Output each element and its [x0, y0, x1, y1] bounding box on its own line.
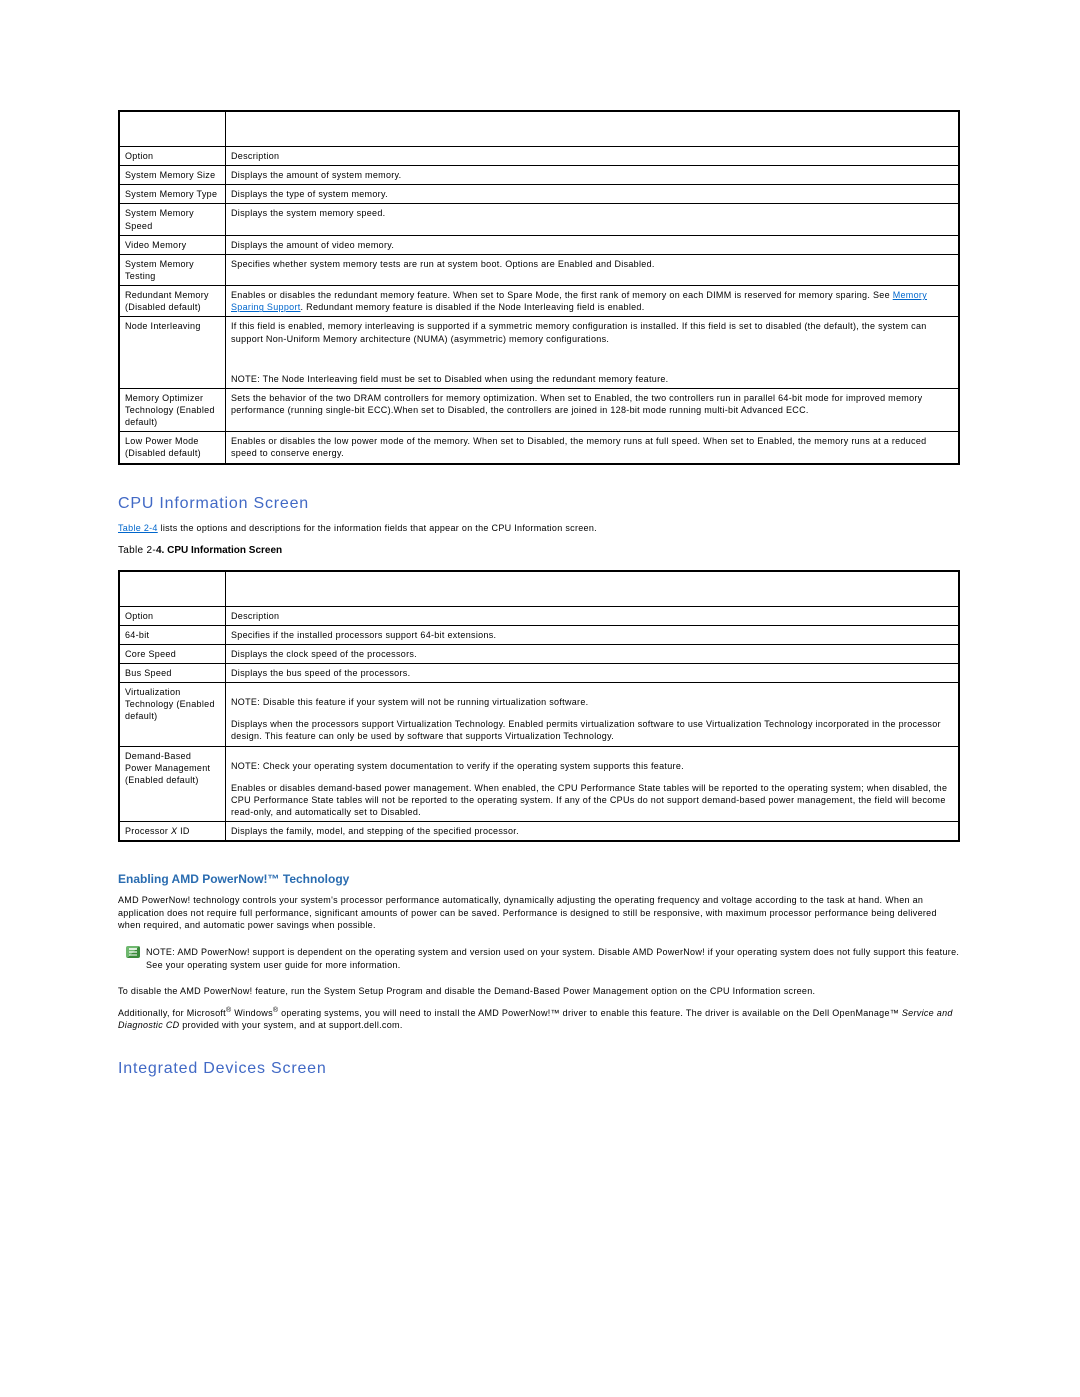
amd-note-block: NOTE: AMD PowerNow! support is dependent… [118, 946, 960, 971]
table-2-4-caption: Table 2-4. CPU Information Screen [118, 545, 960, 556]
amd-paragraph-2: To disable the AMD PowerNow! feature, ru… [118, 985, 960, 998]
amd-paragraph-3: Additionally, for Microsoft® Windows® op… [118, 1006, 960, 1032]
table-row: 64-bit Specifies if the installed proces… [119, 625, 959, 644]
table-row: Demand-Based Power Management (Enabled d… [119, 746, 959, 822]
cpu-info-table: Option Description 64-bit Specifies if t… [118, 570, 960, 843]
table-row: Core Speed Displays the clock speed of t… [119, 644, 959, 663]
table-2-4-link[interactable]: Table 2-4 [118, 523, 158, 533]
amd-paragraph-1: AMD PowerNow! technology controls your s… [118, 894, 960, 932]
table-row: Redundant Memory (Disabled default) Enab… [119, 286, 959, 317]
table-row: Virtualization Technology (Enabled defau… [119, 683, 959, 746]
table-row: System Memory Speed Displays the system … [119, 204, 959, 235]
table-row: Node Interleaving If this field is enabl… [119, 317, 959, 388]
table-row: Processor X ID Displays the family, mode… [119, 822, 959, 842]
table-header-option: Option [119, 147, 226, 166]
table-header-description: Description [226, 147, 960, 166]
table-row: System Memory Testing Specifies whether … [119, 254, 959, 285]
table-row: Video Memory Displays the amount of vide… [119, 235, 959, 254]
table-row: System Memory Type Displays the type of … [119, 185, 959, 204]
table-row: Bus Speed Displays the bus speed of the … [119, 663, 959, 682]
table-row: Memory Optimizer Technology (Enabled def… [119, 388, 959, 431]
table-row: Low Power Mode (Disabled default) Enable… [119, 432, 959, 464]
memory-settings-table: Option Description System Memory Size Di… [118, 110, 960, 465]
table-header-description: Description [226, 606, 960, 625]
note-icon [126, 946, 140, 958]
cpu-info-heading: CPU Information Screen [118, 495, 960, 513]
integrated-devices-heading: Integrated Devices Screen [118, 1060, 960, 1078]
amd-powernow-heading: Enabling AMD PowerNow!™ Technology [118, 872, 960, 886]
cpu-intro-text: Table 2-4 lists the options and descript… [118, 523, 960, 533]
table-row: System Memory Size Displays the amount o… [119, 166, 959, 185]
table-header-option: Option [119, 606, 226, 625]
